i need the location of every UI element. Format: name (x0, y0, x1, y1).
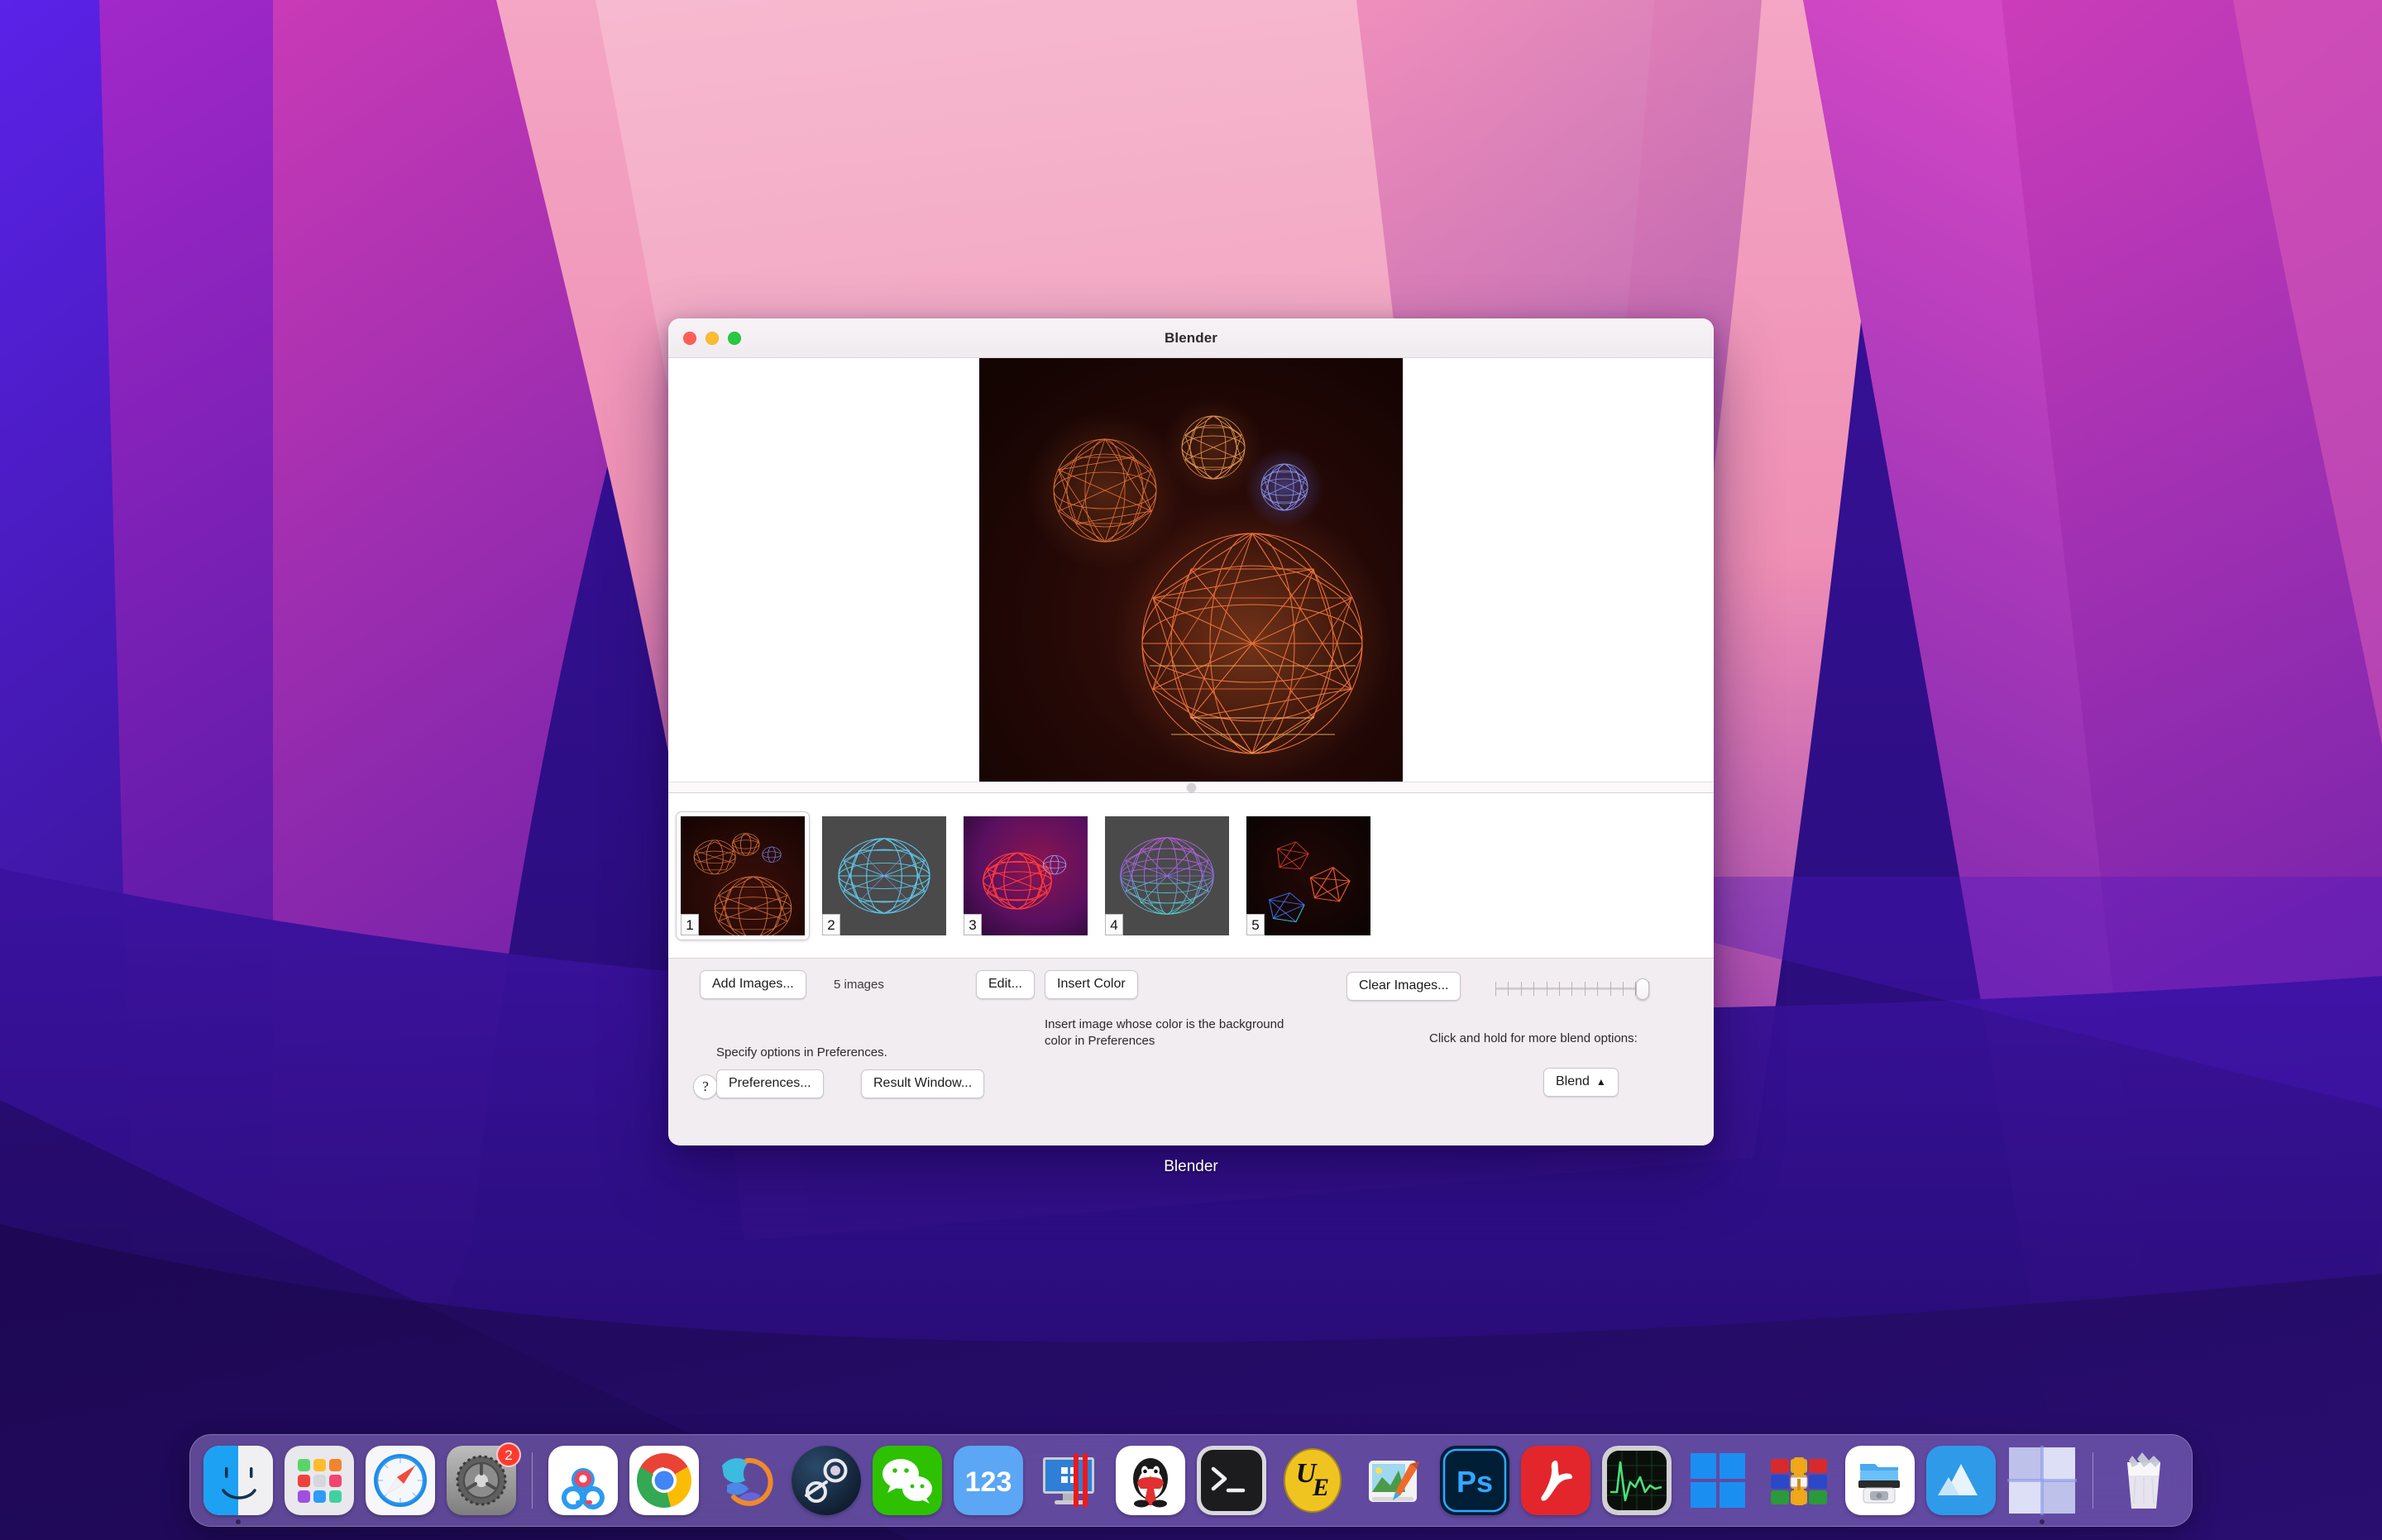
dock-item-system-preferences[interactable]: 2 (445, 1442, 521, 1517)
insert-color-help-text: Insert image whose color is the backgrou… (1045, 1017, 1284, 1048)
help-button[interactable]: ? (693, 1074, 718, 1099)
dock-item-paintbrush[interactable] (1357, 1444, 1430, 1517)
activity-monitor-icon (1602, 1446, 1672, 1515)
thumbnail-strip[interactable]: 1 2 3 4 5 (668, 793, 1714, 959)
edit-button[interactable]: Edit... (976, 970, 1035, 999)
dock-separator (532, 1452, 533, 1509)
windows-icon (1683, 1446, 1753, 1515)
dock-item-google-chrome[interactable] (628, 1444, 701, 1517)
thumbnail-badge: 1 (681, 913, 699, 935)
thumbnail-image-2 (822, 815, 946, 935)
dock-item-terminal[interactable] (1195, 1444, 1268, 1517)
dock-item-activity-monitor[interactable] (1600, 1444, 1673, 1517)
main-image-preview[interactable] (979, 358, 1403, 782)
dock-item-thunder[interactable] (709, 1444, 782, 1517)
slider-thumb[interactable] (1636, 978, 1649, 1000)
blend-button-label: Blend (1556, 1074, 1590, 1088)
photoshop-icon: Ps (1440, 1446, 1509, 1515)
dock-item-blender[interactable] (2006, 1444, 2078, 1524)
ultraedit-icon: U E (1278, 1446, 1347, 1515)
scanner-icon (1845, 1446, 1915, 1515)
preferences-button[interactable]: Preferences... (716, 1069, 824, 1098)
paintbrush-icon (1359, 1446, 1428, 1515)
specify-options-text: Specify options in Preferences. (716, 1045, 887, 1059)
safari-icon (366, 1446, 435, 1515)
dock-item-trash[interactable] (2107, 1444, 2180, 1517)
parallels-desktop-icon (1035, 1446, 1104, 1515)
dock-item-launchpad[interactable] (283, 1444, 356, 1517)
thumbnail-badge: 5 (1246, 913, 1265, 935)
dock-item-baidu-netdisk[interactable] (547, 1444, 619, 1517)
slider-ticks (1495, 982, 1649, 996)
insert-color-button[interactable]: Insert Color (1045, 970, 1138, 999)
window-title: Blender (1165, 329, 1217, 346)
dock-item-photoshop[interactable]: Ps (1438, 1444, 1511, 1517)
thumbnail-image-4 (1105, 815, 1229, 935)
notification-badge: 2 (496, 1442, 521, 1467)
window-titlebar[interactable]: Blender (668, 318, 1714, 358)
splitter-handle-icon[interactable] (1186, 782, 1196, 792)
acrobat-icon (1521, 1446, 1590, 1515)
thumbnail-image-1 (681, 815, 805, 935)
terminal-icon (1197, 1446, 1266, 1515)
google-chrome-icon (629, 1446, 699, 1515)
123-pan-icon: 123 (954, 1446, 1023, 1515)
dock-item-scanner[interactable] (1844, 1444, 1916, 1517)
winrar-icon (1764, 1446, 1834, 1515)
thumbnail-item-1[interactable]: 1 (677, 811, 809, 940)
thumbnail-image-3 (964, 815, 1088, 935)
steam-icon (792, 1446, 861, 1515)
baidu-netdisk-icon (548, 1446, 618, 1515)
blender-icon (2007, 1446, 2077, 1515)
trash-icon (2109, 1446, 2179, 1515)
image-count-label: 5 images (834, 978, 884, 992)
dock-item-qq[interactable] (1114, 1444, 1187, 1517)
controls-panel: Add Images... 5 images Edit... Insert Co… (668, 959, 1714, 1145)
svg-text:123: 123 (965, 1466, 1012, 1498)
dock-item-acrobat[interactable] (1519, 1444, 1592, 1517)
dock-item-mountain[interactable] (1925, 1444, 1997, 1517)
thumbnail-image-5 (1246, 815, 1370, 935)
dock-item-finder[interactable] (202, 1444, 275, 1524)
svg-text:E: E (1312, 1474, 1329, 1501)
caret-up-icon: ▲ (1595, 1076, 1606, 1088)
thumbnail-item-2[interactable]: 2 (818, 812, 950, 940)
mountain-icon (1926, 1446, 1996, 1515)
dock-item-wechat[interactable] (871, 1444, 944, 1517)
dock-item-winrar[interactable] (1763, 1444, 1835, 1517)
preview-pane (668, 358, 1714, 782)
thumbnail-item-5[interactable]: 5 (1242, 812, 1375, 940)
dock-item-safari[interactable] (364, 1444, 437, 1517)
blend-help-text: Click and hold for more blend options: (1429, 1031, 1638, 1045)
thunder-icon (710, 1446, 780, 1515)
clear-images-button[interactable]: Clear Images... (1346, 972, 1461, 1001)
thumbnail-item-3[interactable]: 3 (959, 812, 1092, 940)
finder-icon (203, 1446, 273, 1515)
launchpad-icon (285, 1446, 354, 1515)
pane-splitter[interactable] (668, 782, 1714, 793)
dock-item-123-pan[interactable]: 123 (952, 1444, 1025, 1517)
running-indicator (236, 1519, 241, 1524)
dock-item-steam[interactable] (790, 1444, 863, 1517)
dock[interactable]: 2 123 U E Ps (189, 1434, 2193, 1527)
blend-amount-slider[interactable] (1495, 978, 1649, 1000)
blender-window[interactable]: Blender 1 2 3 4 5 Add Images... 5 images… (668, 318, 1714, 1145)
thumbnail-badge: 4 (1105, 913, 1123, 935)
qq-icon (1116, 1446, 1185, 1515)
thumbnail-badge: 3 (964, 913, 982, 935)
dock-item-parallels-desktop[interactable] (1033, 1444, 1106, 1517)
svg-text:Ps: Ps (1456, 1465, 1493, 1499)
result-window-button[interactable]: Result Window... (861, 1069, 985, 1098)
wechat-icon (873, 1446, 942, 1515)
window-name-label: Blender (1164, 1158, 1218, 1175)
dock-item-ultraedit[interactable]: U E (1276, 1444, 1349, 1517)
thumbnail-item-4[interactable]: 4 (1101, 812, 1233, 940)
thumbnail-badge: 2 (822, 913, 840, 935)
blend-button[interactable]: Blend ▲ (1543, 1068, 1619, 1097)
running-indicator (2040, 1519, 2045, 1524)
add-images-button[interactable]: Add Images... (700, 970, 806, 999)
dock-item-windows[interactable] (1681, 1444, 1754, 1517)
